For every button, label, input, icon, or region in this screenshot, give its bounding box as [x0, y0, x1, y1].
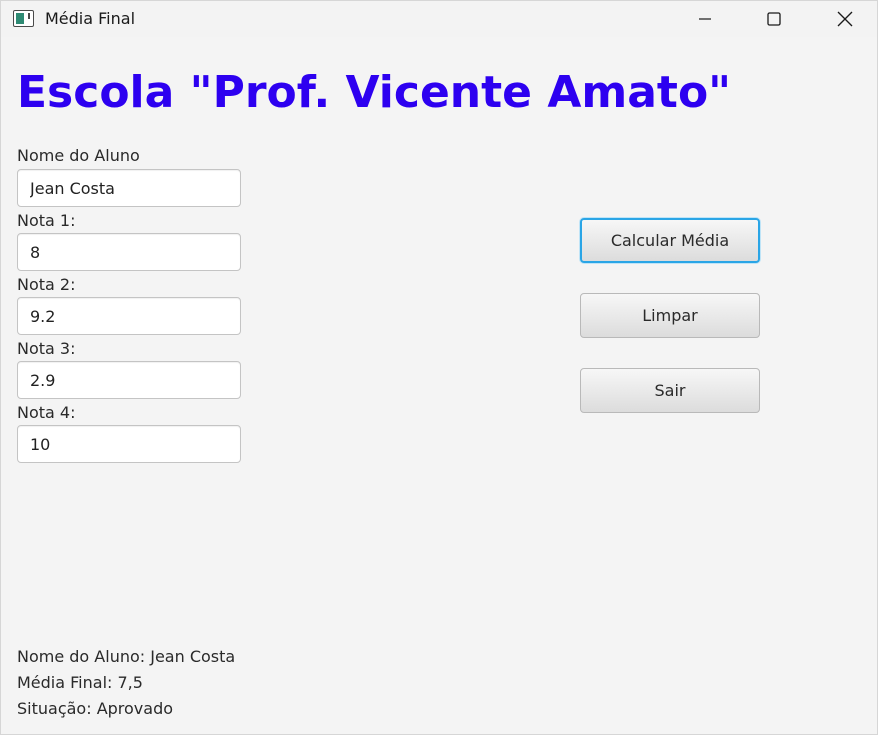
calcular-media-button[interactable]: Calcular Média — [580, 218, 760, 263]
close-icon — [837, 11, 853, 27]
window-title: Média Final — [45, 9, 136, 28]
maximize-icon — [767, 12, 781, 26]
sair-button[interactable]: Sair — [580, 368, 760, 413]
nota3-field[interactable] — [17, 361, 241, 399]
nota2-field[interactable] — [17, 297, 241, 335]
nome-label: Nome do Aluno — [17, 146, 140, 165]
nome-field[interactable] — [17, 169, 241, 207]
java-app-icon — [13, 10, 34, 27]
nota4-label: Nota 4: — [17, 403, 76, 422]
nota3-label: Nota 3: — [17, 339, 76, 358]
nota1-field[interactable] — [17, 233, 241, 271]
result-nome: Nome do Aluno: Jean Costa — [17, 647, 236, 666]
limpar-button[interactable]: Limpar — [580, 293, 760, 338]
result-situacao: Situação: Aprovado — [17, 699, 174, 718]
nota2-label: Nota 2: — [17, 275, 76, 294]
close-button[interactable] — [822, 1, 868, 37]
nota4-field[interactable] — [17, 425, 241, 463]
result-media: Média Final: 7,5 — [17, 673, 143, 692]
minimize-icon — [699, 18, 711, 20]
title-bar[interactable]: Média Final — [1, 1, 877, 37]
minimize-button[interactable] — [682, 1, 728, 37]
app-window: Média Final Escola "Prof. Vicente Amato"… — [0, 0, 878, 735]
school-heading: Escola "Prof. Vicente Amato" — [17, 67, 732, 118]
maximize-button[interactable] — [751, 1, 797, 37]
nota1-label: Nota 1: — [17, 211, 76, 230]
